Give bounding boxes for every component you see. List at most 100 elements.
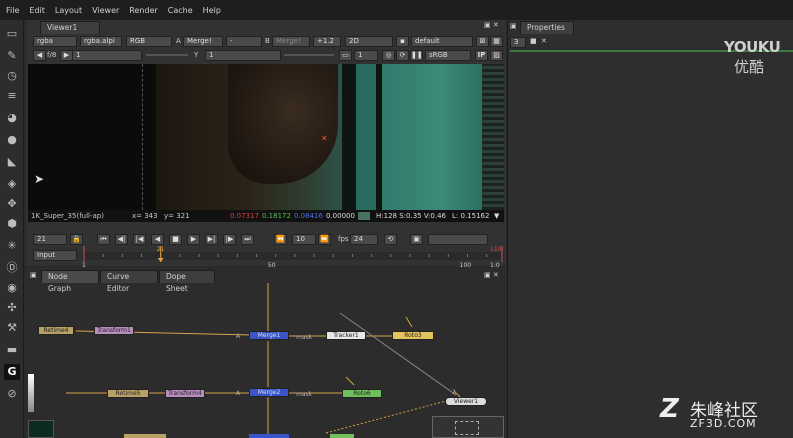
properties-pane-menu-icon[interactable]: ▣ xyxy=(510,21,517,32)
tracker-point-icon[interactable]: ✕ xyxy=(321,135,328,143)
range-select[interactable]: Input xyxy=(33,250,77,261)
node-retime4[interactable]: Retime4 xyxy=(38,326,74,335)
properties-panel xyxy=(507,20,793,438)
node-roto6[interactable]: Roto6 xyxy=(342,389,382,398)
info-dropdown-icon[interactable]: ▼ xyxy=(494,210,499,222)
lut-select[interactable]: default xyxy=(411,36,473,47)
menu-help[interactable]: Help xyxy=(203,6,221,15)
menu-cache[interactable]: Cache xyxy=(168,6,193,15)
menu-viewer[interactable]: Viewer xyxy=(92,6,119,15)
metadata-icon[interactable]: ◉ xyxy=(4,280,20,296)
properties-count-field[interactable]: 3 xyxy=(510,37,526,48)
3d-icon[interactable]: ⬢ xyxy=(4,216,20,232)
deep-icon[interactable]: Ⓓ xyxy=(4,260,20,276)
other-icon[interactable]: ▬ xyxy=(4,342,20,358)
node-retime6[interactable] xyxy=(124,434,166,438)
tab-node-graph[interactable]: Node Graph xyxy=(41,270,99,293)
roi-icon[interactable]: ▦ xyxy=(490,36,503,47)
pixel-r: 0.07317 xyxy=(230,212,259,220)
building-edge xyxy=(482,64,504,210)
node-viewer1[interactable]: Viewer1 xyxy=(445,397,487,406)
node-merge1[interactable]: Merge1 xyxy=(249,331,289,340)
b-input-select[interactable]: Merge! xyxy=(272,36,310,47)
y-readout: y= 321 xyxy=(164,212,190,220)
frame-field[interactable]: 21 xyxy=(33,234,67,245)
view-mode-select[interactable]: 2D xyxy=(345,36,393,47)
node-roto3[interactable]: Roto3 xyxy=(392,331,434,340)
timeline-ruler[interactable]: 50 100121 1101:0 xyxy=(82,244,504,268)
gizmo-icon[interactable]: G xyxy=(4,364,20,380)
pause-icon[interactable]: ❚❚ xyxy=(410,50,423,61)
save-icon[interactable]: ▪ xyxy=(396,36,409,47)
viewer-canvas[interactable]: ✕ xyxy=(28,64,504,210)
proxy-icon[interactable]: ▭ xyxy=(339,50,352,61)
tab-curve-editor[interactable]: Curve Editor xyxy=(100,270,158,293)
channel-icon[interactable]: ≡ xyxy=(4,88,20,104)
roto3-arrow xyxy=(405,316,413,328)
lock-icon[interactable]: ⊠ xyxy=(476,36,489,47)
nuke-logo-icon[interactable]: ⊘ xyxy=(4,386,20,402)
navigator-view-box[interactable] xyxy=(455,421,479,435)
zf3d-logo-icon: Z xyxy=(660,394,679,424)
node-transform4[interactable]: Transform4 xyxy=(165,389,205,398)
color-icon[interactable]: ◕ xyxy=(4,110,20,126)
node-merge3[interactable] xyxy=(249,434,289,438)
tab-dope-sheet[interactable]: Dope Sheet xyxy=(159,270,215,293)
display-style-select[interactable]: RGB xyxy=(126,36,172,47)
menu-layout[interactable]: Layout xyxy=(55,6,82,15)
node-pane-close-icon[interactable]: ▣ ✕ xyxy=(484,270,499,281)
tab-viewer1[interactable]: Viewer1 xyxy=(40,21,100,34)
gain-slider[interactable] xyxy=(146,54,188,56)
ip-button[interactable]: IP xyxy=(475,50,488,61)
refresh-icon[interactable]: ⟳ xyxy=(396,50,409,61)
node-tracker1[interactable]: Tracker1 xyxy=(326,331,366,340)
draw-icon[interactable]: ✎ xyxy=(4,48,20,64)
transform-icon[interactable]: ✥ xyxy=(4,196,20,212)
particles-icon[interactable]: ✣ xyxy=(4,300,20,316)
tab-properties[interactable]: Properties xyxy=(520,21,574,34)
properties-lock-icon[interactable]: ■ xyxy=(530,36,537,47)
node-merge2[interactable]: Merge2 xyxy=(249,388,289,397)
colorspace-select[interactable]: sRGB xyxy=(425,50,471,61)
mask-icon[interactable]: ▨ xyxy=(490,50,503,61)
gamma-slider[interactable] xyxy=(284,54,334,56)
node-transform1[interactable]: Transform1 xyxy=(94,326,134,335)
gain-field[interactable]: +1.2 xyxy=(313,36,341,47)
channels-select[interactable]: rgba xyxy=(33,36,77,47)
merge-icon[interactable]: ◈ xyxy=(4,176,20,192)
wipe-op-select[interactable]: - xyxy=(226,36,262,47)
gamma-value-field[interactable]: 1 xyxy=(205,50,281,61)
gain-value-field[interactable]: 1 xyxy=(72,50,142,61)
toolsets-icon[interactable]: ⚒ xyxy=(4,320,20,336)
target-icon[interactable]: ◎ xyxy=(382,50,395,61)
pipe-viewer xyxy=(325,400,447,434)
pane-float-icon[interactable]: ▣ ✕ xyxy=(484,20,499,31)
menu-file[interactable]: File xyxy=(6,6,19,15)
downrez-select[interactable]: 1 xyxy=(354,50,378,61)
views-icon[interactable]: ✳ xyxy=(4,238,20,254)
pillar xyxy=(342,64,356,210)
properties-clear-icon[interactable]: ✕ xyxy=(541,36,547,47)
menu-render[interactable]: Render xyxy=(129,6,157,15)
a-input-select[interactable]: Merge! xyxy=(183,36,223,47)
alpha-channel-select[interactable]: rgba.alpi xyxy=(80,36,122,47)
node-retime5[interactable]: Retime5 xyxy=(107,389,149,398)
green-screen xyxy=(382,64,482,210)
pixel-b: 0.08416 xyxy=(294,212,323,220)
image-read-icon[interactable]: ▭ xyxy=(4,26,20,42)
out-point-label: 110 xyxy=(490,246,502,253)
thumbnail-node[interactable] xyxy=(28,420,54,438)
menu-edit[interactable]: Edit xyxy=(29,6,45,15)
x-readout: x= 343 xyxy=(132,212,158,220)
keyer-icon[interactable]: ◣ xyxy=(4,154,20,170)
format-guide xyxy=(142,64,143,210)
time-icon[interactable]: ◷ xyxy=(4,68,20,84)
luminance-readout: L: 0.15162 xyxy=(452,212,490,220)
fstop-down-icon[interactable]: ◀ xyxy=(33,50,46,61)
navigator-minimap[interactable] xyxy=(432,416,504,438)
filter-icon[interactable]: ● xyxy=(4,132,20,148)
merge1-a-label: A xyxy=(236,333,241,340)
node-graph-canvas[interactable]: A mask A mask 2 xyxy=(26,283,506,438)
node-roto7[interactable] xyxy=(330,434,354,438)
pane-menu-icon[interactable]: ▣ xyxy=(30,270,37,281)
